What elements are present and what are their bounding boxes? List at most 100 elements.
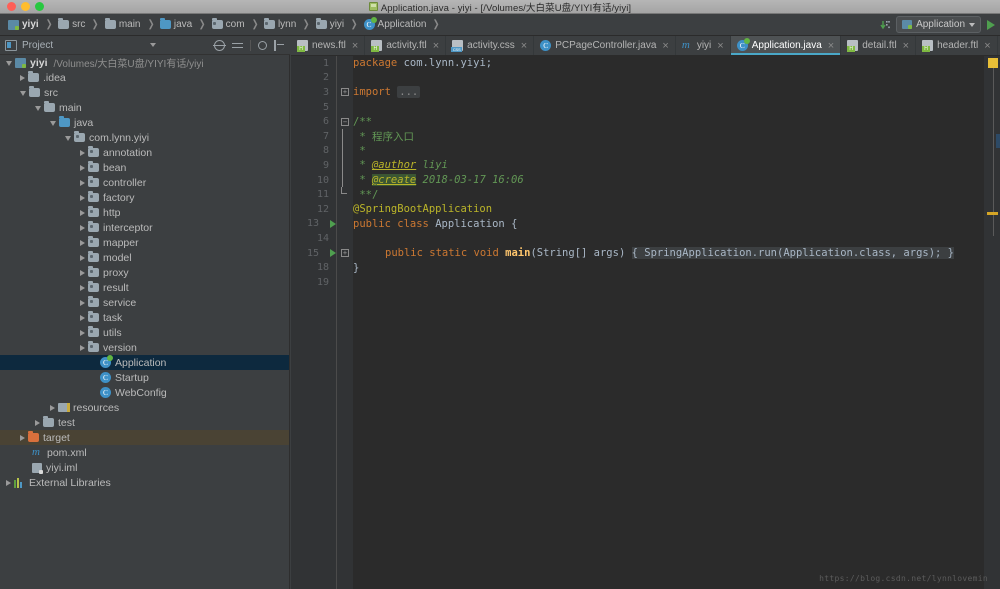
- tree-node-idea[interactable]: .idea: [0, 70, 289, 85]
- tree-node-yiyi[interactable]: yiyi /Volumes/大白菜U盘/YIYI有话/yiyi: [0, 55, 289, 70]
- chevron-collapsed-icon[interactable]: [80, 344, 85, 351]
- chevron-expanded-icon[interactable]: [20, 91, 26, 96]
- tree-node-model[interactable]: model: [0, 250, 289, 265]
- breadcrumb-item-lynn[interactable]: lynn: [262, 18, 298, 31]
- project-tree[interactable]: yiyi /Volumes/大白菜U盘/YIYI有话/yiyi .idea sr…: [0, 55, 290, 589]
- editor-gutter[interactable]: 1 2 3 5 6 7 8 9 10 11 12 13 14 15 18 19: [291, 56, 337, 589]
- close-tab-icon[interactable]: ×: [521, 40, 527, 51]
- editor-tab-application-java[interactable]: C Application.java ×: [730, 36, 842, 55]
- chevron-collapsed-icon[interactable]: [20, 434, 25, 441]
- chevron-collapsed-icon[interactable]: [35, 419, 40, 426]
- chevron-collapsed-icon[interactable]: [80, 299, 85, 306]
- chevron-collapsed-icon[interactable]: [80, 269, 85, 276]
- chevron-collapsed-icon[interactable]: [20, 74, 25, 81]
- folded-method-body[interactable]: { SpringApplication.run(Application.clas…: [631, 247, 955, 260]
- close-tab-icon[interactable]: ×: [984, 40, 990, 51]
- fold-toggle-imports[interactable]: +: [337, 85, 353, 100]
- chevron-collapsed-icon[interactable]: [6, 479, 11, 486]
- scroll-from-source-icon[interactable]: [213, 39, 226, 51]
- close-tab-icon[interactable]: ×: [717, 40, 723, 51]
- chevron-collapsed-icon[interactable]: [50, 404, 55, 411]
- ftl-icon: [297, 40, 308, 52]
- chevron-collapsed-icon[interactable]: [80, 179, 85, 186]
- tree-node-utils[interactable]: utils: [0, 325, 289, 340]
- tree-node-yiyi-iml[interactable]: yiyi.iml: [0, 460, 289, 475]
- chevron-collapsed-icon[interactable]: [80, 254, 85, 261]
- tree-node-startup[interactable]: C Startup: [0, 370, 289, 385]
- editor-tab-header-ftl[interactable]: header.ftl ×: [916, 36, 998, 55]
- tree-node-http[interactable]: http: [0, 205, 289, 220]
- inspection-line-marker[interactable]: [987, 212, 998, 215]
- run-configuration-selector[interactable]: Application: [896, 16, 981, 33]
- chevron-collapsed-icon[interactable]: [80, 284, 85, 291]
- run-button[interactable]: [987, 19, 995, 30]
- chevron-collapsed-icon[interactable]: [80, 209, 85, 216]
- breadcrumb-item-src[interactable]: src: [56, 18, 87, 31]
- chevron-collapsed-icon[interactable]: [80, 224, 85, 231]
- close-tab-icon[interactable]: ×: [828, 40, 834, 51]
- close-tab-icon[interactable]: ×: [433, 40, 439, 51]
- chevron-collapsed-icon[interactable]: [80, 194, 85, 201]
- fold-toggle-method[interactable]: +: [337, 246, 353, 261]
- chevron-collapsed-icon[interactable]: [80, 314, 85, 321]
- tree-node-proxy[interactable]: proxy: [0, 265, 289, 280]
- tree-node-interceptor[interactable]: interceptor: [0, 220, 289, 235]
- chevron-expanded-icon[interactable]: [6, 61, 12, 66]
- collapse-all-icon[interactable]: [232, 40, 243, 51]
- tree-node-mapper[interactable]: mapper: [0, 235, 289, 250]
- tree-node-pom-xml[interactable]: m pom.xml: [0, 445, 289, 460]
- chevron-collapsed-icon[interactable]: [80, 239, 85, 246]
- tree-node-resources[interactable]: resources: [0, 400, 289, 415]
- tree-node-controller[interactable]: controller: [0, 175, 289, 190]
- breadcrumb-item-yiyi-package[interactable]: yiyi: [314, 18, 346, 31]
- tree-node-src[interactable]: src: [0, 85, 289, 100]
- tree-node-main[interactable]: main: [0, 100, 289, 115]
- chevron-collapsed-icon[interactable]: [80, 164, 85, 171]
- tree-node-target[interactable]: target: [0, 430, 289, 445]
- editor-tab-activity-css[interactable]: activity.css ×: [446, 36, 535, 55]
- close-tab-icon[interactable]: ×: [662, 40, 668, 51]
- tree-node-application[interactable]: C Application: [0, 355, 289, 370]
- editor-tab-yiyi[interactable]: m yiyi ×: [676, 36, 731, 55]
- breadcrumb-item-application[interactable]: C Application: [362, 17, 429, 31]
- chevron-expanded-icon[interactable]: [65, 136, 71, 141]
- breadcrumb-item-yiyi[interactable]: yiyi: [6, 18, 41, 31]
- run-gutter-icon[interactable]: [330, 219, 336, 228]
- chevron-expanded-icon[interactable]: [35, 106, 41, 111]
- tree-node-factory[interactable]: factory: [0, 190, 289, 205]
- tree-node-annotation[interactable]: annotation: [0, 145, 289, 160]
- code-editor[interactable]: 1 2 3 5 6 7 8 9 10 11 12 13 14 15 18 19 …: [291, 56, 1000, 589]
- fold-toggle-javadoc[interactable]: −: [337, 114, 353, 129]
- tree-node-result[interactable]: result: [0, 280, 289, 295]
- close-tab-icon[interactable]: ×: [903, 40, 909, 51]
- code-folding-strip[interactable]: + − +: [337, 56, 353, 589]
- breadcrumb-item-main[interactable]: main: [103, 18, 143, 31]
- settings-gear-icon[interactable]: [258, 40, 267, 50]
- editor-tab-pcpagecontroller-java[interactable]: C PCPageController.java ×: [534, 36, 676, 55]
- tree-node-version[interactable]: version: [0, 340, 289, 355]
- update-project-icon[interactable]: [880, 19, 890, 31]
- hide-tool-window-icon[interactable]: [274, 39, 285, 51]
- tree-node-task[interactable]: task: [0, 310, 289, 325]
- editor-tab-activity-ftl[interactable]: activity.ftl ×: [365, 36, 447, 55]
- folded-imports-placeholder[interactable]: ...: [397, 86, 421, 99]
- tree-node-java[interactable]: java: [0, 115, 289, 130]
- breadcrumb-item-com[interactable]: com: [210, 18, 247, 31]
- chevron-collapsed-icon[interactable]: [80, 149, 85, 156]
- code-text-area[interactable]: package com.lynn.yiyi; import ... /** * …: [353, 56, 984, 589]
- editor-tab-news-ftl[interactable]: news.ftl ×: [291, 36, 366, 55]
- run-gutter-icon[interactable]: [330, 249, 336, 258]
- tree-node-webconfig[interactable]: C WebConfig: [0, 385, 289, 400]
- breadcrumb-item-java[interactable]: java: [158, 18, 194, 31]
- tree-node-external-libraries[interactable]: External Libraries: [0, 475, 289, 490]
- tree-node-com-lynn-yiyi[interactable]: com.lynn.yiyi: [0, 130, 289, 145]
- editor-marker-bar[interactable]: [984, 56, 1000, 589]
- chevron-expanded-icon[interactable]: [50, 121, 56, 126]
- tree-node-service[interactable]: service: [0, 295, 289, 310]
- tree-node-test[interactable]: test: [0, 415, 289, 430]
- chevron-collapsed-icon[interactable]: [80, 329, 85, 336]
- close-tab-icon[interactable]: ×: [352, 40, 358, 51]
- editor-tab-detail-ftl[interactable]: detail.ftl ×: [841, 36, 917, 55]
- warning-marker[interactable]: [988, 58, 998, 68]
- tree-node-bean[interactable]: bean: [0, 160, 289, 175]
